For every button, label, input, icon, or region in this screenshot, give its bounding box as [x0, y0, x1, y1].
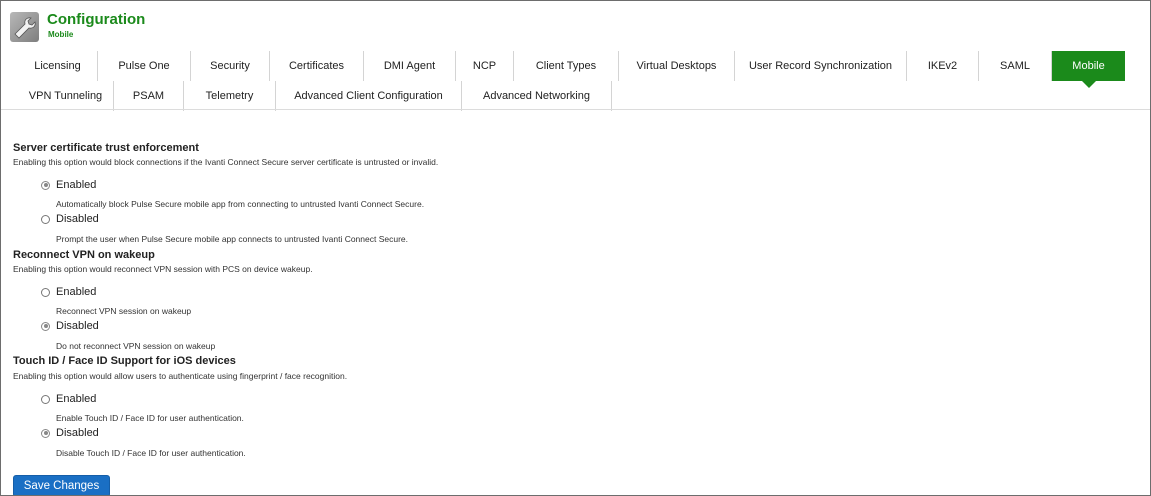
radio-button[interactable] [41, 214, 50, 224]
tab-security[interactable]: Security [191, 51, 270, 81]
option-label: Disabled [56, 320, 99, 332]
tab-row-1: Licensing Pulse One Security Certificate… [18, 51, 1125, 88]
option-label: Disabled [56, 213, 99, 225]
page-subtitle: Mobile [48, 30, 74, 39]
option-server-cert-enabled[interactable]: Enabled [41, 178, 96, 192]
tab-telemetry[interactable]: Telemetry [184, 81, 276, 111]
option-help-text: Prompt the user when Pulse Secure mobile… [56, 234, 409, 244]
radio-button-checked[interactable] [41, 321, 50, 331]
tab-advanced-client-configuration[interactable]: Advanced Client Configuration [276, 81, 462, 111]
option-label: Enabled [56, 286, 97, 298]
tab-psam[interactable]: PSAM [114, 81, 184, 111]
option-server-cert-disabled[interactable]: Disabled [41, 212, 99, 226]
section-desc-touch-id: Enabling this option would allow users t… [13, 371, 348, 381]
tab-vpn-tunneling[interactable]: VPN Tunneling [18, 81, 114, 111]
tab-ncp[interactable]: NCP [456, 51, 514, 81]
configuration-page: Configuration Mobile Licensing Pulse One… [0, 0, 1151, 496]
tab-saml[interactable]: SAML [979, 51, 1052, 81]
option-help-text: Enable Touch ID / Face ID for user authe… [56, 413, 244, 423]
tab-user-record-synchronization[interactable]: User Record Synchronization [735, 51, 907, 81]
tab-mobile[interactable]: Mobile [1052, 51, 1125, 88]
save-changes-button[interactable]: Save Changes [13, 475, 110, 495]
tab-certificates[interactable]: Certificates [270, 51, 364, 81]
option-help-text: Disable Touch ID / Face ID for user auth… [56, 448, 246, 458]
option-touch-id-disabled[interactable]: Disabled [41, 426, 99, 440]
option-help-text: Automatically block Pulse Secure mobile … [56, 199, 425, 209]
option-reconnect-disabled[interactable]: Disabled [41, 319, 99, 333]
wrench-icon [10, 12, 39, 42]
section-title-touch-id: Touch ID / Face ID Support for iOS devic… [13, 355, 236, 367]
section-title-server-cert: Server certificate trust enforcement [13, 142, 199, 154]
radio-button[interactable] [41, 394, 50, 404]
section-desc-reconnect-vpn: Enabling this option would reconnect VPN… [13, 264, 313, 274]
radio-button[interactable] [41, 287, 50, 297]
option-label: Enabled [56, 393, 97, 405]
tab-licensing[interactable]: Licensing [18, 51, 98, 81]
radio-button-checked[interactable] [41, 180, 50, 190]
section-desc-server-cert: Enabling this option would block connect… [13, 157, 439, 167]
option-label: Enabled [56, 179, 97, 191]
tab-pulse-one[interactable]: Pulse One [98, 51, 191, 81]
section-title-reconnect-vpn: Reconnect VPN on wakeup [13, 249, 155, 261]
tab-divider [1, 109, 1150, 110]
tab-advanced-networking[interactable]: Advanced Networking [462, 81, 612, 111]
option-reconnect-enabled[interactable]: Enabled [41, 285, 96, 299]
radio-button-checked[interactable] [41, 428, 50, 438]
tab-dmi-agent[interactable]: DMI Agent [364, 51, 456, 81]
tab-client-types[interactable]: Client Types [514, 51, 619, 81]
tab-virtual-desktops[interactable]: Virtual Desktops [619, 51, 735, 81]
tab-ikev2[interactable]: IKEv2 [907, 51, 979, 81]
tab-row-2: VPN Tunneling PSAM Telemetry Advanced Cl… [18, 81, 612, 111]
option-help-text: Reconnect VPN session on wakeup [56, 306, 192, 316]
option-touch-id-enabled[interactable]: Enabled [41, 392, 96, 406]
option-label: Disabled [56, 427, 99, 439]
page-title: Configuration [47, 11, 146, 28]
option-help-text: Do not reconnect VPN session on wakeup [56, 341, 216, 351]
